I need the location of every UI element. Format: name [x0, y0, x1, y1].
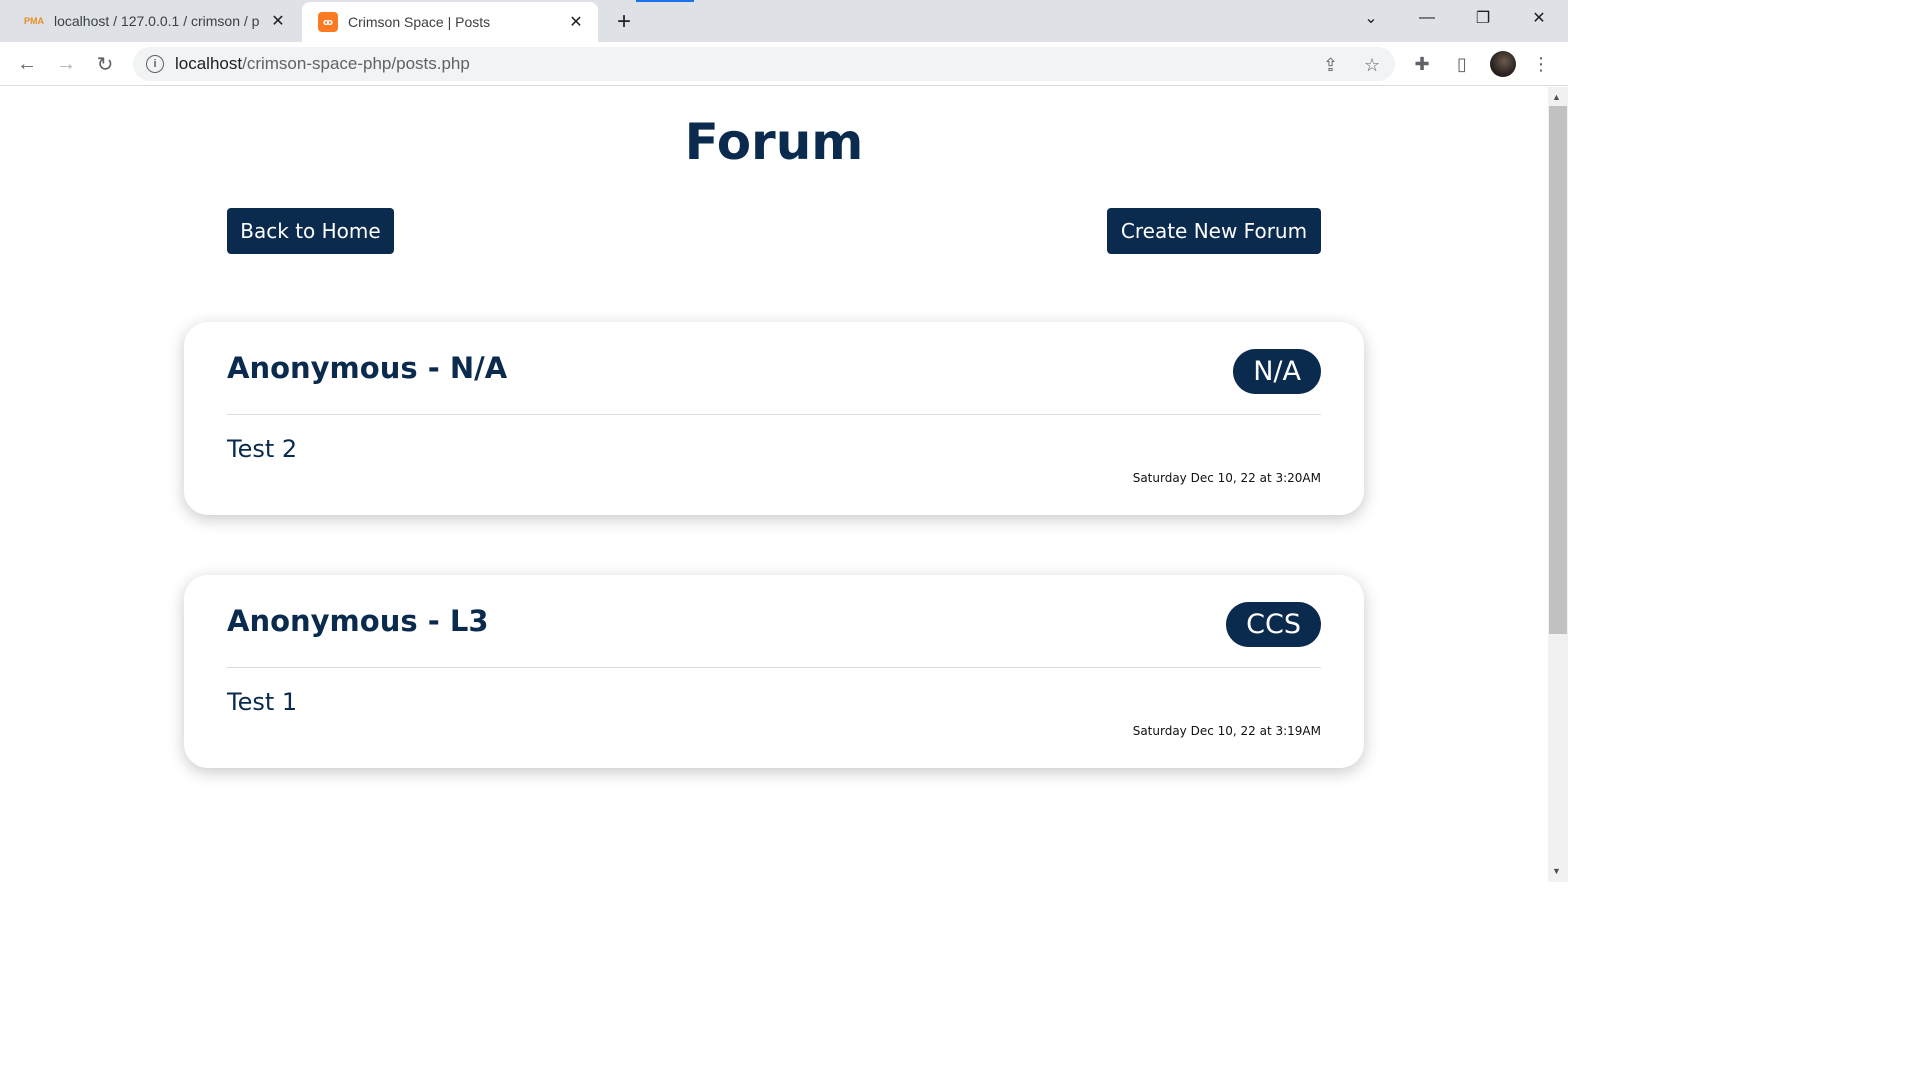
back-arrow-icon[interactable]: ← [12, 49, 42, 79]
close-icon[interactable]: ✕ [266, 9, 290, 33]
tab-strip: PMA localhost / 127.0.0.1 / crimson / p … [0, 0, 1568, 42]
close-icon[interactable]: ✕ [564, 10, 588, 34]
reload-icon[interactable]: ↻ [90, 49, 120, 79]
scroll-up-arrow-icon[interactable]: ▲ [1552, 92, 1561, 102]
address-bar[interactable]: i localhost/crimson-space-php/posts.php … [133, 47, 1395, 81]
tab-phpmyadmin[interactable]: PMA localhost / 127.0.0.1 / crimson / p … [0, 0, 300, 42]
loading-indicator [636, 0, 694, 2]
divider [227, 667, 1321, 668]
tab-title: Crimson Space | Posts [348, 14, 491, 30]
bookmark-star-icon[interactable]: ☆ [1364, 55, 1380, 76]
extensions-puzzle-icon[interactable]: ✚ [1411, 53, 1433, 75]
post-author: Anonymous - N/A [227, 351, 508, 385]
post-card: Anonymous - N/A N/A Test 2 Saturday Dec … [184, 322, 1364, 515]
phpmyadmin-icon: PMA [24, 16, 44, 26]
create-new-forum-button[interactable]: Create New Forum [1107, 208, 1321, 254]
new-tab-button[interactable]: + [610, 8, 638, 36]
browser-toolbar: ← → ↻ i localhost/crimson-space-php/post… [0, 42, 1568, 86]
back-to-home-button[interactable]: Back to Home [227, 208, 394, 254]
forward-arrow-icon[interactable]: → [51, 49, 81, 79]
scroll-down-arrow-icon[interactable]: ▼ [1552, 866, 1561, 876]
share-icon[interactable]: ⇪ [1323, 55, 1338, 76]
tab-title: localhost / 127.0.0.1 / crimson / p [54, 13, 260, 29]
page-title: Forum [684, 113, 864, 171]
minimize-icon[interactable]: — [1399, 0, 1455, 36]
side-panel-icon[interactable]: ▯ [1451, 53, 1473, 75]
post-date: Saturday Dec 10, 22 at 3:20AM [1132, 471, 1321, 485]
restore-icon[interactable]: ❐ [1455, 0, 1511, 36]
url-text[interactable]: localhost/crimson-space-php/posts.php [175, 54, 470, 74]
post-content: Test 2 [227, 435, 298, 463]
profile-avatar[interactable] [1490, 51, 1516, 77]
page-content: Forum Back to Home Create New Forum Anon… [0, 87, 1548, 882]
post-content: Test 1 [227, 688, 298, 716]
site-info-icon[interactable]: i [146, 55, 164, 73]
scrollbar-thumb[interactable] [1549, 106, 1567, 634]
post-tag-badge: CCS [1226, 602, 1321, 647]
url-host: localhost [175, 54, 243, 73]
tab-crimson-posts[interactable]: ꝏ Crimson Space | Posts ✕ [302, 2, 598, 42]
post-tag-badge: N/A [1233, 349, 1321, 394]
tab-search-icon[interactable]: ⌄ [1343, 0, 1399, 36]
divider [227, 414, 1321, 415]
post-date: Saturday Dec 10, 22 at 3:19AM [1132, 724, 1321, 738]
window-close-icon[interactable]: ✕ [1511, 0, 1567, 36]
post-card: Anonymous - L3 CCS Test 1 Saturday Dec 1… [184, 575, 1364, 768]
url-path: /crimson-space-php/posts.php [242, 54, 470, 73]
post-author: Anonymous - L3 [227, 604, 489, 638]
xampp-icon: ꝏ [318, 12, 338, 32]
menu-kebab-icon[interactable]: ⋮ [1530, 53, 1552, 75]
